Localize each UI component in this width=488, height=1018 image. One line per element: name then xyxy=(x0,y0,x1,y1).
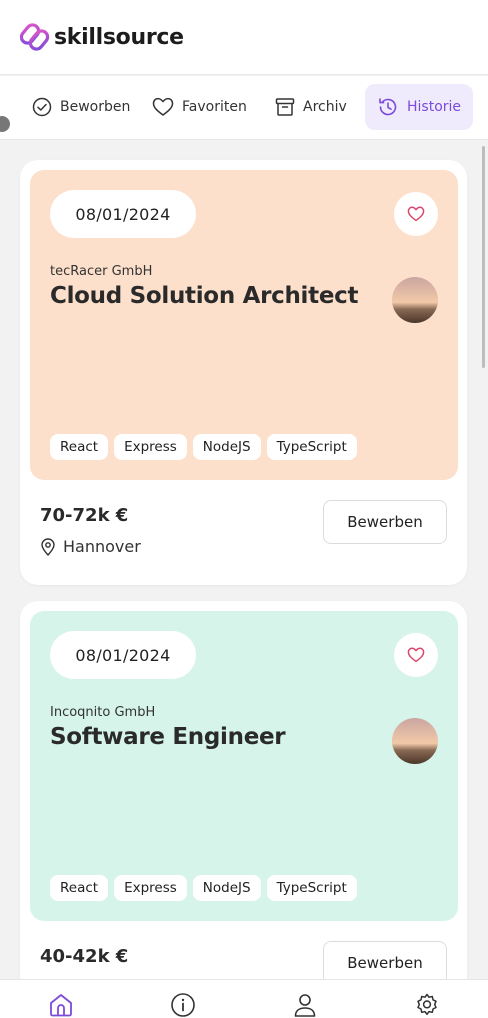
nav-info[interactable] xyxy=(169,991,197,1018)
nav-profile[interactable] xyxy=(291,991,319,1018)
heart-icon xyxy=(407,206,425,222)
apply-button[interactable]: Bewerben xyxy=(323,941,447,979)
apply-button[interactable]: Bewerben xyxy=(323,500,447,544)
job-feed[interactable]: 08/01/2024 tecRacer GmbH Cloud Solution … xyxy=(0,141,488,979)
brand-name: skillsource xyxy=(54,24,184,50)
tech-tag: React xyxy=(50,434,109,460)
tech-tags: React Express NodeJS TypeScript xyxy=(50,434,357,460)
favorite-button[interactable] xyxy=(394,192,438,236)
location-label: Hannover xyxy=(63,537,141,556)
company-avatar xyxy=(392,718,438,764)
nav-home[interactable] xyxy=(47,991,75,1018)
tab-historie[interactable]: Historie xyxy=(365,84,474,130)
company-avatar xyxy=(392,277,438,323)
history-icon xyxy=(379,98,397,116)
salary: 70-72k € xyxy=(40,505,129,526)
tech-tag: TypeScript xyxy=(266,875,357,901)
app-screen: skillsource Beworben Favoriten Archiv Hi… xyxy=(0,0,488,1018)
job-card[interactable]: 08/01/2024 tecRacer GmbH Cloud Solution … xyxy=(20,160,467,585)
user-icon xyxy=(294,994,316,1017)
tab-archiv[interactable]: Archiv xyxy=(275,84,347,130)
settings-icon xyxy=(417,993,437,1016)
date-badge: 08/01/2024 xyxy=(50,190,196,238)
job-card-header: 08/01/2024 Incoqnito GmbH Software Engin… xyxy=(30,611,458,921)
tab-label: Favoriten xyxy=(182,99,247,115)
archive-icon xyxy=(275,98,295,116)
nav-settings[interactable] xyxy=(413,991,441,1018)
skillsource-logo-icon xyxy=(20,23,50,51)
filter-tabs: Beworben Favoriten Archiv Historie xyxy=(0,76,488,140)
tech-tag: React xyxy=(50,875,109,901)
tab-label: Historie xyxy=(407,99,462,115)
tech-tag: Express xyxy=(114,434,187,460)
tech-tag: TypeScript xyxy=(266,434,357,460)
home-icon xyxy=(50,994,72,1017)
tab-favoriten[interactable]: Favoriten xyxy=(152,84,247,130)
job-title: Cloud Solution Architect xyxy=(50,283,359,309)
location-pin-icon xyxy=(41,537,55,556)
check-circle-icon xyxy=(32,97,52,117)
location: Hannover xyxy=(40,537,141,556)
bottom-navigation xyxy=(0,979,488,1018)
heart-icon xyxy=(152,97,174,116)
job-card-header: 08/01/2024 tecRacer GmbH Cloud Solution … xyxy=(30,170,458,480)
salary: 40-42k € xyxy=(40,946,129,967)
tab-beworben[interactable]: Beworben xyxy=(32,84,130,130)
company-name: tecRacer GmbH xyxy=(50,264,153,279)
job-title: Software Engineer xyxy=(50,724,286,750)
date-badge: 08/01/2024 xyxy=(50,631,196,679)
tab-label: Archiv xyxy=(303,99,347,115)
tech-tag: Express xyxy=(114,875,187,901)
tech-tag: NodeJS xyxy=(192,434,261,460)
favorite-button[interactable] xyxy=(394,633,438,677)
tech-tags: React Express NodeJS TypeScript xyxy=(50,875,357,901)
app-header: skillsource xyxy=(0,0,488,75)
heart-icon xyxy=(407,647,425,663)
tech-tag: NodeJS xyxy=(192,875,261,901)
info-icon xyxy=(171,993,195,1017)
scrollbar[interactable] xyxy=(482,146,485,368)
tab-label: Beworben xyxy=(60,99,131,115)
company-name: Incoqnito GmbH xyxy=(50,705,156,720)
job-card[interactable]: 08/01/2024 Incoqnito GmbH Software Engin… xyxy=(20,601,467,979)
